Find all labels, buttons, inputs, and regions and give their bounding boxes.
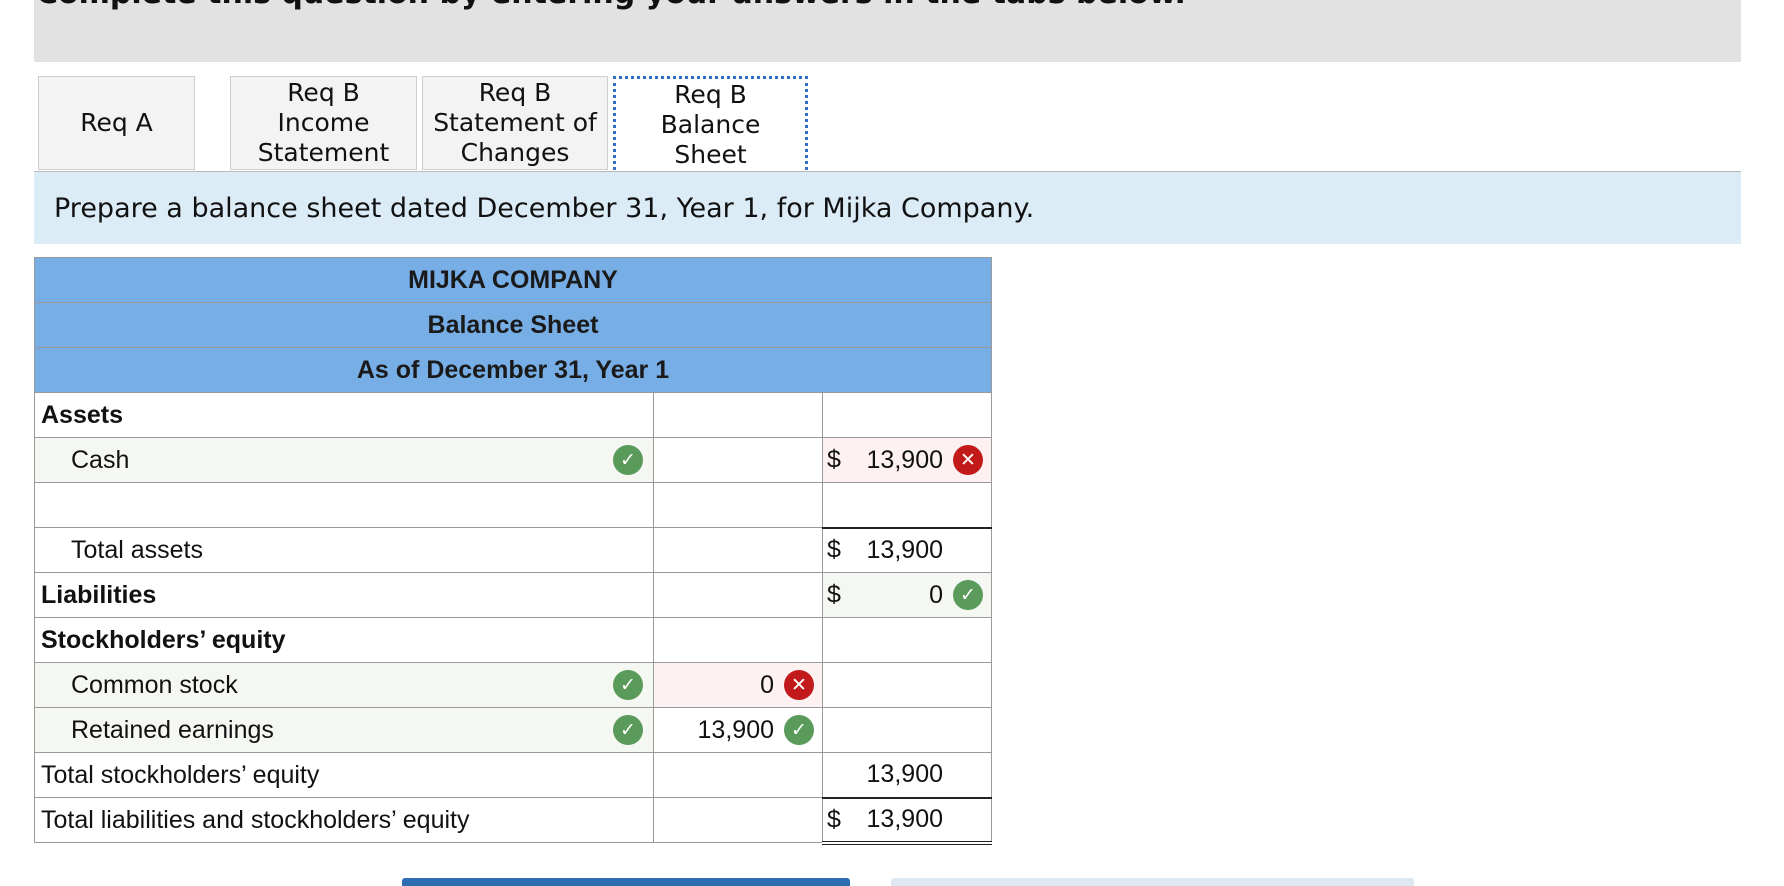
next-tab-button[interactable] bbox=[891, 878, 1414, 886]
dollar-sign: $ bbox=[827, 445, 841, 474]
total-assets-amount: 13,900 bbox=[866, 535, 943, 564]
retained-earnings-label: Retained earnings bbox=[71, 715, 274, 744]
check-icon: ✓ bbox=[784, 715, 814, 745]
prompt-text: Prepare a balance sheet dated December 3… bbox=[54, 192, 1035, 224]
dollar-sign: $ bbox=[827, 535, 841, 564]
check-icon: ✓ bbox=[613, 670, 643, 700]
prompt-bar: Prepare a balance sheet dated December 3… bbox=[34, 172, 1741, 244]
check-icon: ✓ bbox=[953, 580, 983, 610]
balance-sheet-table: MIJKA COMPANY Balance Sheet As of Decemb… bbox=[34, 257, 992, 845]
common-stock-amount-input[interactable]: 0 ✕ bbox=[653, 662, 823, 708]
x-icon: ✕ bbox=[784, 670, 814, 700]
common-stock-label: Common stock bbox=[71, 670, 238, 699]
total-equity-label: Total stockholders’ equity bbox=[34, 752, 654, 798]
retained-earnings-account-select[interactable]: Retained earnings ✓ bbox=[34, 707, 654, 753]
prev-tab-button[interactable] bbox=[402, 878, 850, 886]
tab-req-a[interactable]: Req A bbox=[38, 76, 195, 170]
company-name: MIJKA COMPANY bbox=[34, 257, 992, 303]
total-assets-cell: $ 13,900 bbox=[822, 526, 992, 573]
cash-col1-input[interactable] bbox=[653, 437, 823, 483]
total-equity-amount: 13,900 bbox=[822, 752, 992, 798]
dollar-sign: $ bbox=[827, 805, 841, 833]
cash-amount-input[interactable]: $ 13,900 ✕ bbox=[822, 437, 992, 483]
common-stock-amount: 0 bbox=[760, 670, 774, 699]
statement-date: As of December 31, Year 1 bbox=[34, 347, 992, 393]
common-stock-account-select[interactable]: Common stock ✓ bbox=[34, 662, 654, 708]
x-icon: ✕ bbox=[953, 445, 983, 475]
total-le-label: Total liabilities and stockholders’ equi… bbox=[34, 797, 654, 843]
empty-account-select[interactable] bbox=[34, 482, 654, 528]
total-le-amount: 13,900 bbox=[866, 805, 943, 833]
cash-label: Cash bbox=[71, 445, 130, 474]
liabilities-amount: 0 bbox=[929, 580, 943, 609]
retained-earnings-amount-input[interactable]: 13,900 ✓ bbox=[653, 707, 823, 753]
check-icon: ✓ bbox=[613, 715, 643, 745]
instructions-text: Complete this question by entering your … bbox=[36, 0, 1186, 11]
tab-req-b-statement-of-changes[interactable]: Req B Statement of Changes bbox=[422, 76, 608, 170]
total-assets-label: Total assets bbox=[34, 527, 654, 573]
empty-col2-input[interactable] bbox=[822, 482, 992, 528]
cash-amount: 13,900 bbox=[866, 445, 943, 474]
tab-req-b-balance-sheet[interactable]: Req B Balance Sheet bbox=[613, 76, 808, 170]
empty-col1-input[interactable] bbox=[653, 482, 823, 528]
check-icon: ✓ bbox=[613, 445, 643, 475]
liabilities-amount-input[interactable]: $ 0 ✓ bbox=[822, 572, 992, 618]
total-le-cell: $ 13,900 bbox=[822, 796, 992, 845]
retained-earnings-amount: 13,900 bbox=[697, 715, 774, 744]
tab-req-b-income-statement[interactable]: Req B Income Statement bbox=[230, 76, 417, 170]
dollar-sign: $ bbox=[827, 580, 841, 609]
statement-title: Balance Sheet bbox=[34, 302, 992, 348]
cash-account-select[interactable]: Cash ✓ bbox=[34, 437, 654, 483]
assets-label: Assets bbox=[34, 392, 654, 438]
equity-label: Stockholders’ equity bbox=[34, 617, 654, 663]
liabilities-label: Liabilities bbox=[34, 572, 654, 618]
